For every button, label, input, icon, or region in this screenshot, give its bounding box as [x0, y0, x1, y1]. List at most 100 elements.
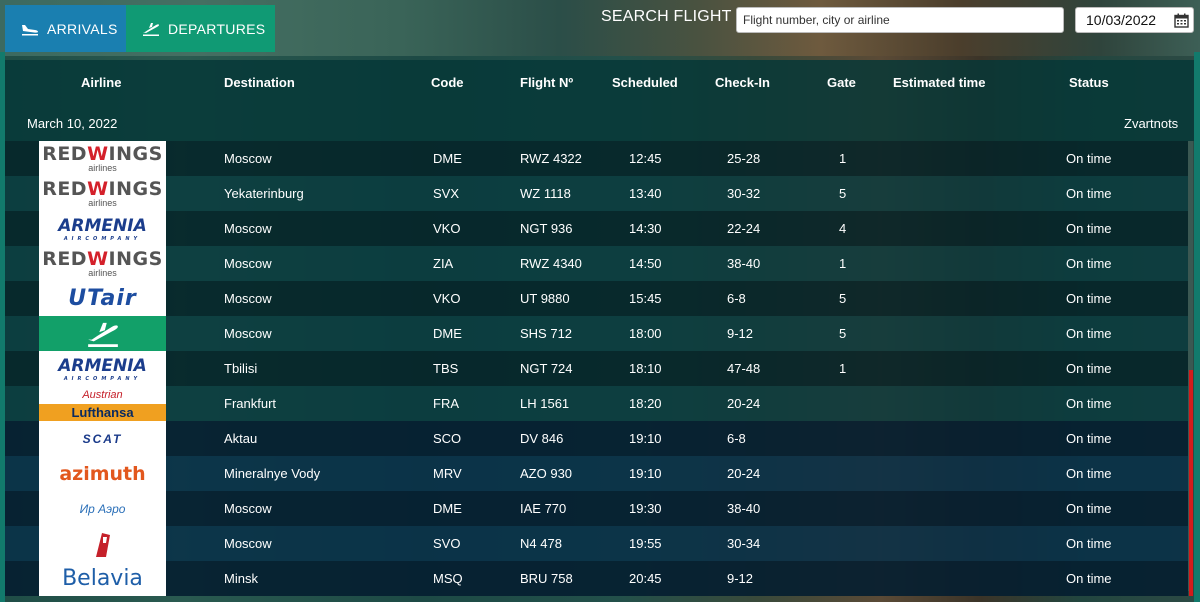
airline-logo-red-wings: REDWINGS airlines [39, 246, 166, 281]
destination: Moscow [224, 326, 272, 341]
airline-logo-utair: UTair [39, 281, 166, 316]
status: On time [1066, 501, 1112, 516]
destination: Moscow [224, 256, 272, 271]
flight-number: NGT 724 [520, 361, 573, 376]
destination: Aktau [224, 431, 258, 446]
destination: Moscow [224, 151, 272, 166]
airport-code: SVO [433, 536, 461, 551]
header-scheduled: Scheduled [612, 75, 678, 90]
status: On time [1066, 221, 1112, 236]
status: On time [1066, 536, 1112, 551]
gate: 1 [839, 151, 847, 166]
status: On time [1066, 326, 1112, 341]
check-in: 47-48 [727, 361, 761, 376]
status: On time [1066, 466, 1112, 481]
gate: 4 [839, 221, 847, 236]
table-row[interactable]: Austrian Lufthansa Frankfurt FRA LH 1561… [5, 386, 1188, 421]
plane-landing-icon [22, 24, 38, 35]
destination: Moscow [224, 221, 272, 236]
status: On time [1066, 151, 1112, 166]
check-in: 6-8 [727, 291, 746, 306]
table-row[interactable]: ARMENIA AIRCOMPANY Tbilisi TBS NGT 724 18… [5, 351, 1188, 386]
gate: 5 [839, 186, 847, 201]
scheduled-time: 13:40 [629, 186, 662, 201]
status: On time [1066, 291, 1112, 306]
scheduled-time: 19:30 [629, 501, 662, 516]
table-row[interactable]: azimuth Mineralnye Vody MRV AZO 930 19:1… [5, 456, 1188, 491]
header-status: Status [1069, 75, 1109, 90]
table-row[interactable]: Moscow SVO N4 478 19:55 30-34 On time [5, 526, 1188, 561]
table-row[interactable]: ARMENIA AIRCOMPANY Moscow VKO NGT 936 14:… [5, 211, 1188, 246]
table-row[interactable]: SCAT Aktau SCO DV 846 19:10 6-8 On time [5, 421, 1188, 456]
header-airline: Airline [81, 75, 122, 90]
destination: Moscow [224, 501, 272, 516]
header-checkin: Check-In [715, 75, 770, 90]
status: On time [1066, 431, 1112, 446]
airline-logo-red-wings: REDWINGS airlines [39, 141, 166, 176]
airport-code: SVX [433, 186, 460, 201]
check-in: 6-8 [727, 431, 746, 446]
flight-number: RWZ 4322 [520, 151, 582, 166]
flight-number: N4 478 [520, 536, 562, 551]
status: On time [1066, 396, 1112, 411]
frame-right [1194, 52, 1200, 602]
table-row[interactable]: Belavia Minsk MSQ BRU 758 20:45 9-12 On … [5, 561, 1188, 596]
flight-number: BRU 758 [520, 571, 573, 586]
flights-table: REDWINGS airlines Moscow DME RWZ 4322 12:… [5, 141, 1188, 596]
scheduled-time: 15:45 [629, 291, 662, 306]
check-in: 30-34 [727, 536, 761, 551]
calendar-icon[interactable] [1174, 13, 1189, 28]
airline-logo-armenia: ARMENIA AIRCOMPANY [39, 211, 166, 246]
airline-logo-armenia: ARMENIA AIRCOMPANY [39, 351, 166, 386]
header-code: Code [431, 75, 464, 90]
destination: Mineralnye Vody [224, 466, 321, 481]
scheduled-time: 12:45 [629, 151, 662, 166]
tab-departures[interactable]: DEPARTURES [126, 5, 275, 52]
gate: 5 [839, 326, 847, 341]
status: On time [1066, 361, 1112, 376]
table-row[interactable]: UTair Moscow VKO UT 9880 15:45 6-8 5 On … [5, 281, 1188, 316]
flight-number: IAE 770 [520, 501, 567, 516]
date-label: March 10, 2022 [27, 116, 118, 131]
airline-logo-belavia: Belavia [39, 561, 166, 596]
airport-code: VKO [433, 291, 461, 306]
search-label: SEARCH FLIGHT [601, 8, 732, 25]
flight-number: LH 1561 [520, 396, 570, 411]
search-input[interactable] [736, 7, 1064, 33]
flight-number: DV 846 [520, 431, 564, 446]
scheduled-time: 19:55 [629, 536, 662, 551]
table-row[interactable]: Moscow DME SHS 712 18:00 9-12 5 On time [5, 316, 1188, 351]
airport-code: MSQ [433, 571, 463, 586]
gate: 1 [839, 256, 847, 271]
table-row[interactable]: Ир Аэро Moscow DME IAE 770 19:30 38-40 O… [5, 491, 1188, 526]
tab-departures-label: DEPARTURES [168, 20, 266, 37]
tab-arrivals[interactable]: ARRIVALS [5, 5, 126, 52]
check-in: 9-12 [727, 571, 754, 586]
table-row[interactable]: REDWINGS airlines Moscow ZIA RWZ 4340 14:… [5, 246, 1188, 281]
table-row[interactable]: REDWINGS airlines Yekaterinburg SVX WZ 11… [5, 176, 1188, 211]
table-row[interactable]: REDWINGS airlines Moscow DME RWZ 4322 12:… [5, 141, 1188, 176]
scheduled-time: 18:20 [629, 396, 662, 411]
airport-code: SCO [433, 431, 462, 446]
airline-logo-red-wings: REDWINGS airlines [39, 176, 166, 211]
airline-logo-austrian-lufthansa: Austrian Lufthansa [39, 386, 166, 421]
plane-takeoff-icon [87, 322, 118, 347]
check-in: 38-40 [727, 501, 761, 516]
flight-number: AZO 930 [520, 466, 573, 481]
airport-code: MRV [433, 466, 462, 481]
plane-takeoff-icon [143, 22, 159, 36]
check-in: 20-24 [727, 466, 761, 481]
airline-logo-nordwind [39, 526, 166, 561]
airline-logo-scat: SCAT [39, 421, 166, 456]
table-header: Airline Destination Code Flight Nº Sched… [5, 60, 1194, 104]
scheduled-time: 19:10 [629, 466, 662, 481]
header-destination: Destination [224, 75, 295, 90]
check-in: 9-12 [727, 326, 754, 341]
scroll-indicator[interactable] [1189, 370, 1193, 596]
scheduled-time: 20:45 [629, 571, 662, 586]
destination: Tbilisi [224, 361, 258, 376]
destination: Frankfurt [224, 396, 277, 411]
gate: 1 [839, 361, 847, 376]
scheduled-time: 18:10 [629, 361, 662, 376]
date-picker[interactable]: 10/03/2022 [1075, 7, 1194, 33]
